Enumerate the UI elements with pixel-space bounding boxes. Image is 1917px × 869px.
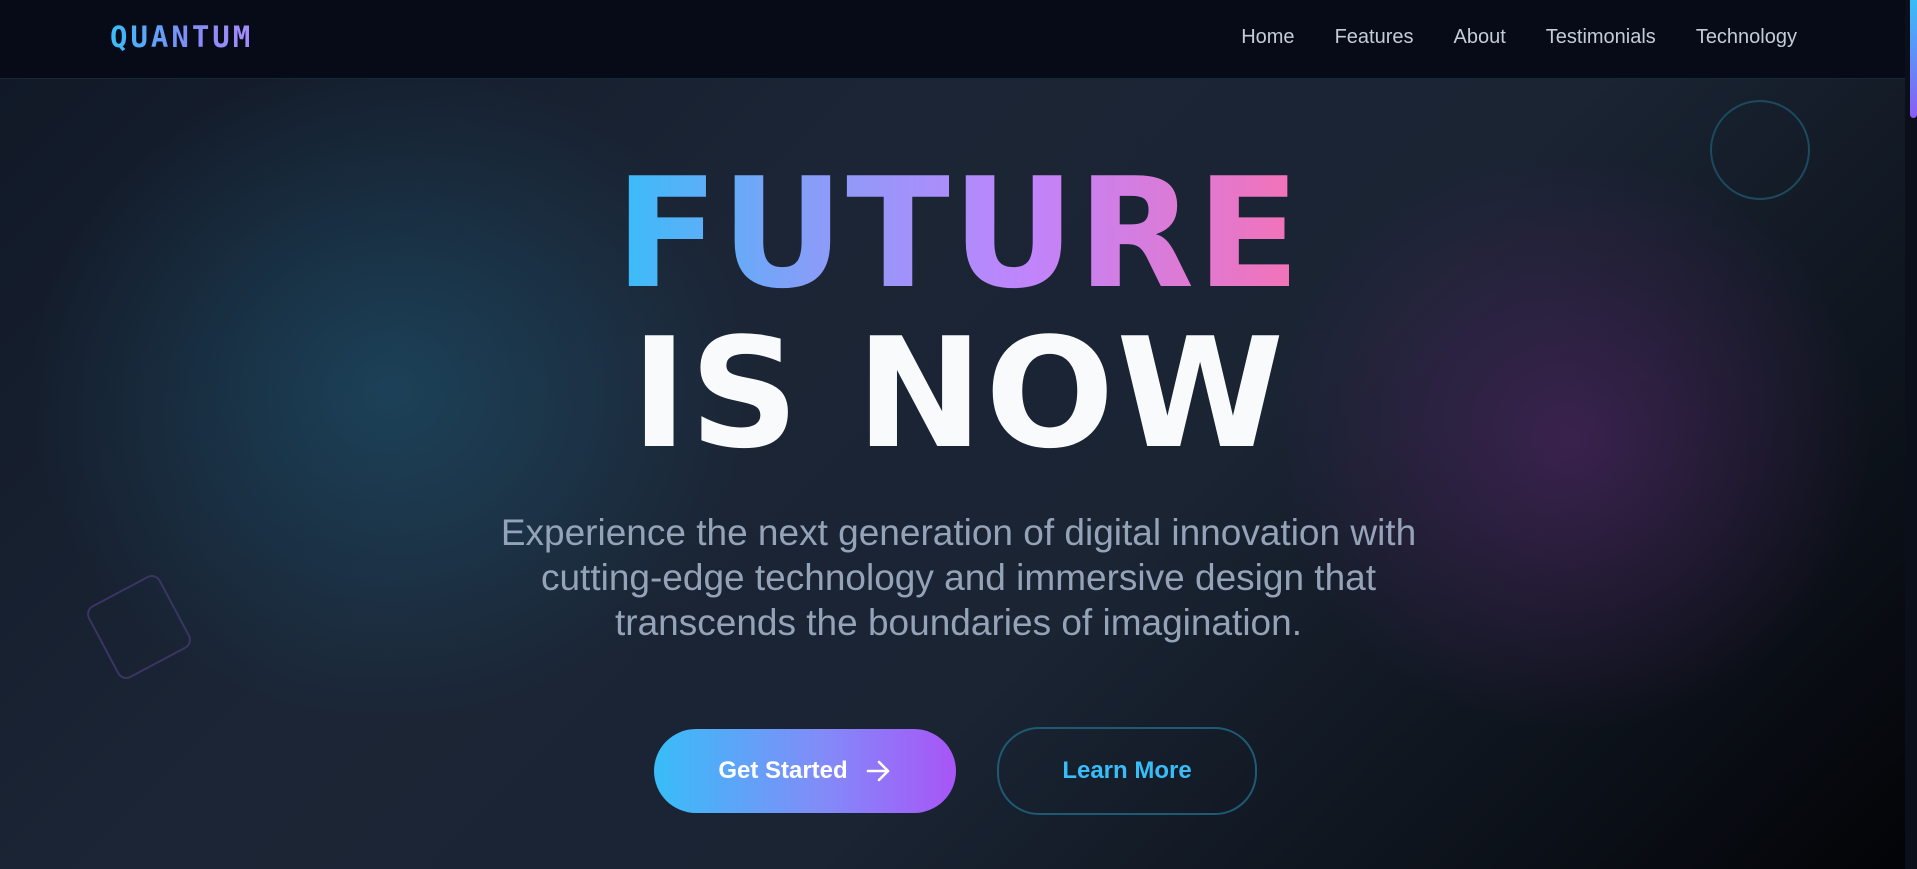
- scrollbar[interactable]: [1905, 0, 1917, 869]
- hero-title: FUTURE IS NOW: [0, 145, 1917, 470]
- nav-link-testimonials[interactable]: Testimonials: [1546, 26, 1656, 49]
- get-started-button[interactable]: Get Started: [654, 729, 956, 813]
- page: QUANTUM Home Features About Testimonials…: [0, 0, 1917, 869]
- get-started-label: Get Started: [718, 757, 848, 784]
- scrollbar-thumb[interactable]: [1910, 0, 1917, 118]
- nav-link-home[interactable]: Home: [1241, 26, 1294, 49]
- learn-more-label: Learn More: [1062, 757, 1192, 784]
- hero-title-line2: IS NOW: [630, 305, 1287, 482]
- navbar: QUANTUM Home Features About Testimonials…: [0, 0, 1905, 79]
- nav-link-technology[interactable]: Technology: [1696, 26, 1797, 49]
- logo[interactable]: QUANTUM: [110, 20, 253, 54]
- nav-link-features[interactable]: Features: [1335, 26, 1414, 49]
- hero-title-line1: FUTURE: [614, 145, 1303, 322]
- nav-link-about[interactable]: About: [1454, 26, 1506, 49]
- hero-description: Experience the next generation of digita…: [500, 512, 1417, 643]
- decorative-square: [83, 571, 195, 683]
- learn-more-button[interactable]: Learn More: [997, 727, 1257, 815]
- arrow-right-icon: [866, 760, 889, 782]
- nav-links: Home Features About Testimonials Technol…: [1241, 26, 1797, 49]
